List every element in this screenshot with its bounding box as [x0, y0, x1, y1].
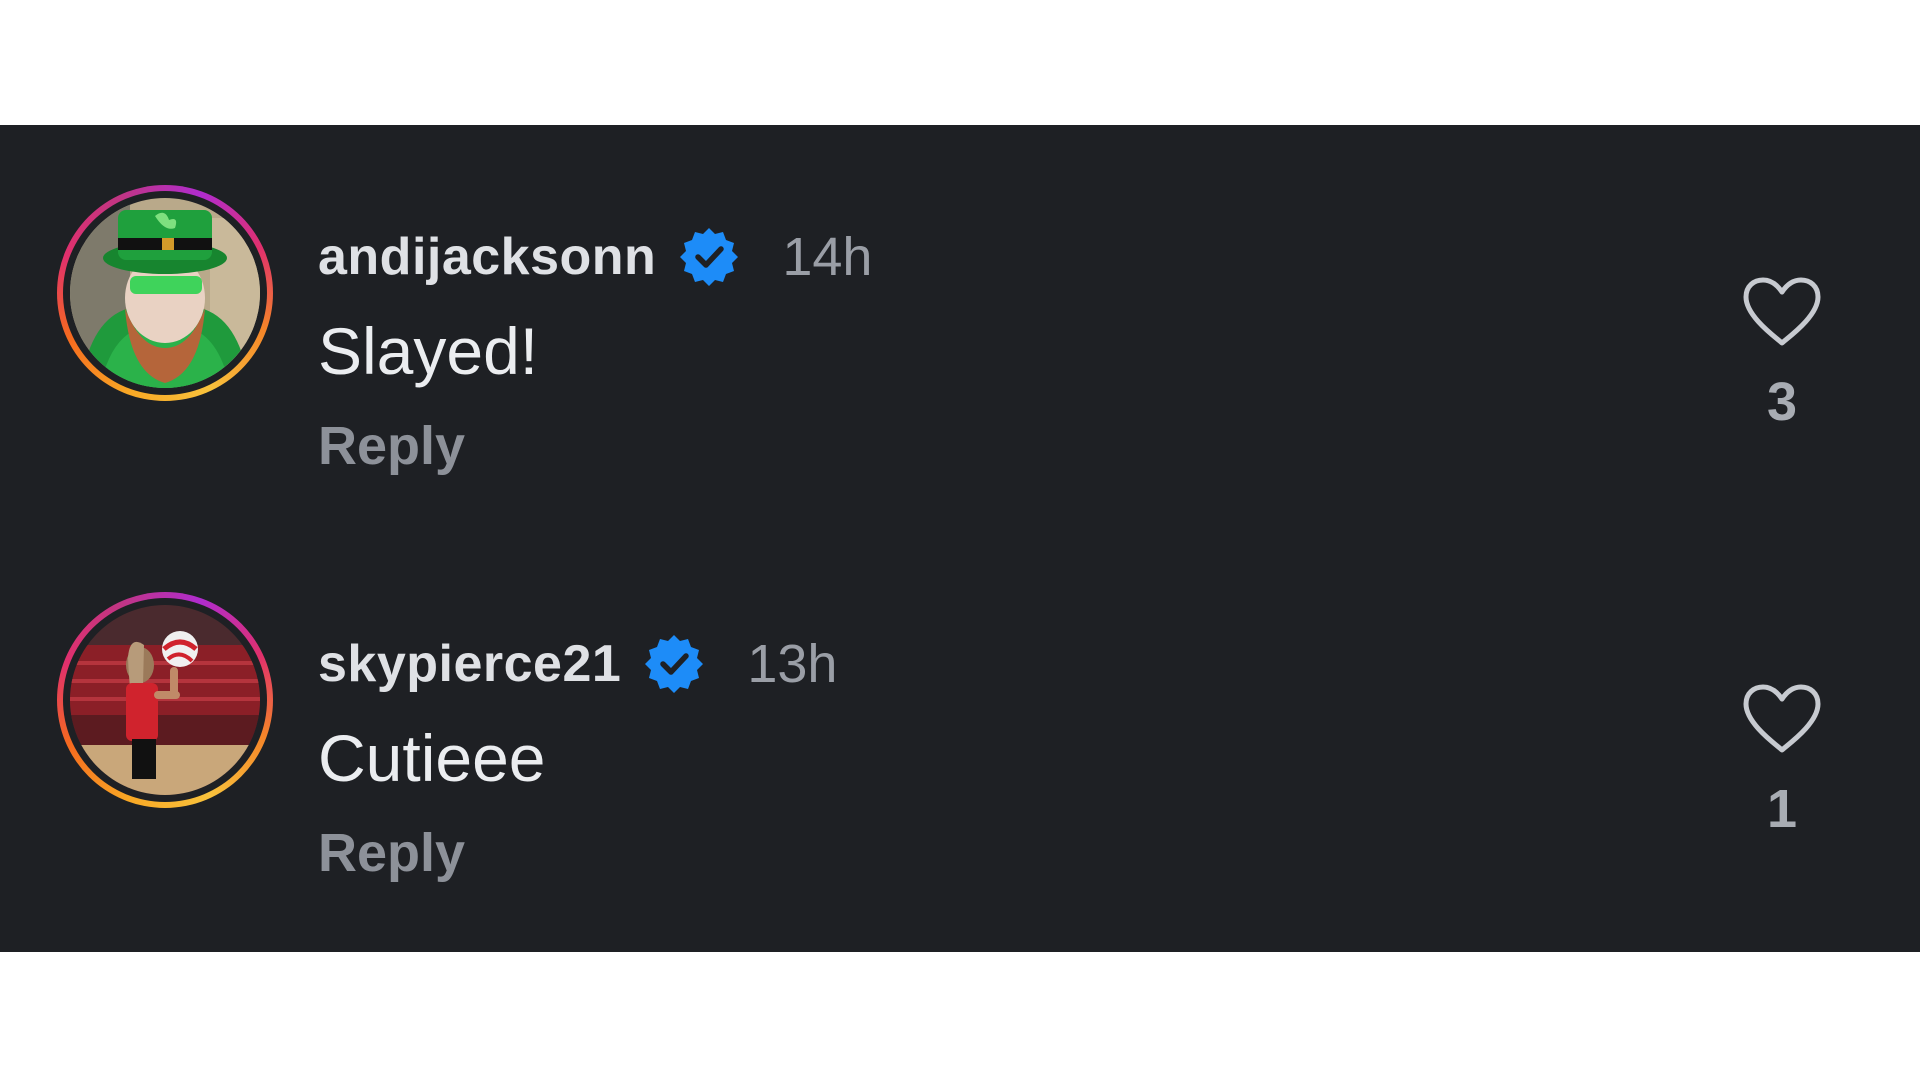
bottom-margin: [0, 952, 1920, 1080]
heart-outline-icon[interactable]: [1740, 682, 1824, 756]
comment-text: Slayed!: [318, 314, 539, 388]
like-count: 1: [1766, 779, 1798, 839]
comment-item: skypierce21 13h Cutieee Reply 1: [0, 592, 1920, 892]
reply-button[interactable]: Reply: [318, 822, 465, 884]
comment-header: skypierce21 13h: [318, 629, 837, 699]
volleyball-player-avatar: [70, 605, 260, 795]
heart-outline-icon[interactable]: [1740, 275, 1824, 349]
username[interactable]: andijacksonn: [318, 227, 656, 287]
like-count: 3: [1766, 372, 1798, 432]
avatar[interactable]: [57, 592, 273, 808]
comment-item: andijacksonn 14h Slayed! Reply 3: [0, 185, 1920, 485]
like-area: 3: [1740, 275, 1824, 433]
comment-text: Cutieee: [318, 721, 546, 795]
username[interactable]: skypierce21: [318, 634, 621, 694]
comment-timestamp: 13h: [747, 634, 838, 694]
like-area: 1: [1740, 682, 1824, 840]
comment-header: andijacksonn 14h: [318, 222, 872, 292]
avatar[interactable]: [57, 185, 273, 401]
comments-panel: andijacksonn 14h Slayed! Reply 3 skypier…: [0, 125, 1920, 952]
leprechaun-avatar: [70, 198, 260, 388]
verified-badge-icon: [678, 226, 740, 288]
reply-button[interactable]: Reply: [318, 415, 465, 477]
comment-timestamp: 14h: [782, 227, 873, 287]
verified-badge-icon: [643, 633, 705, 695]
top-margin: [0, 0, 1920, 125]
